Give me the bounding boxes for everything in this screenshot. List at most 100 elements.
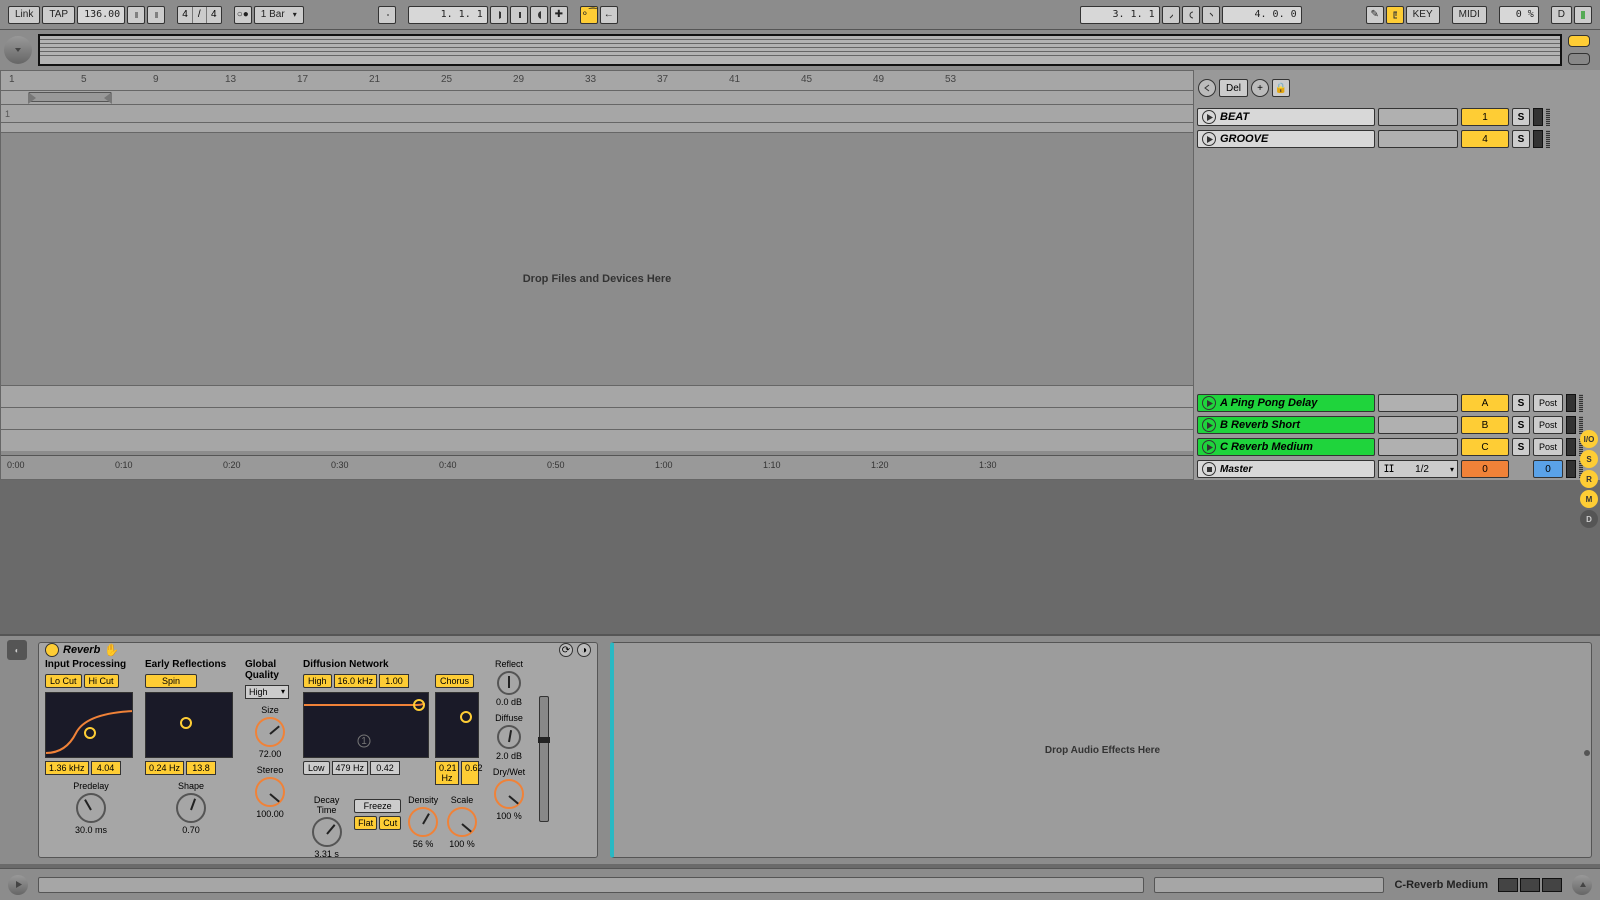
overview-toggle-1[interactable] xyxy=(1568,35,1590,47)
track-assign[interactable]: 4 xyxy=(1461,130,1509,148)
drywet-knob[interactable] xyxy=(494,779,524,809)
time-signature[interactable]: 4/4 xyxy=(177,6,222,24)
input-width-value[interactable]: 4.04 xyxy=(91,761,121,775)
size-knob[interactable] xyxy=(255,717,285,747)
overview-collapse-icon[interactable] xyxy=(4,36,32,64)
time-ruler[interactable]: 0:000:100:200:300:400:501:001:101:201:30 xyxy=(1,455,1193,479)
expand-icon[interactable] xyxy=(1572,875,1592,895)
track-name[interactable]: BEAT xyxy=(1197,108,1375,126)
high-freq-value[interactable]: 16.0 kHz xyxy=(334,674,378,688)
low-ratio-value[interactable]: 0.42 xyxy=(370,761,400,775)
lock-icon[interactable]: 🔒 xyxy=(1272,79,1290,97)
density-knob[interactable] xyxy=(408,807,438,837)
overdub-icon[interactable]: ✚ xyxy=(550,6,568,24)
post-button[interactable]: Post xyxy=(1533,438,1563,456)
play-button[interactable] xyxy=(490,6,508,24)
low-shelf-button[interactable]: Low xyxy=(303,761,330,775)
track-activator-slot[interactable] xyxy=(1378,130,1458,148)
device-title-bar[interactable]: Reverb ✋ ⟳ ◑ xyxy=(39,643,597,657)
track-assign[interactable]: 1 xyxy=(1461,108,1509,126)
early-reflections-graph[interactable] xyxy=(145,692,233,758)
resize-grip[interactable] xyxy=(1579,394,1583,412)
reflect-knob[interactable] xyxy=(497,671,521,695)
delete-button[interactable]: Del xyxy=(1219,79,1248,97)
track-name[interactable]: C Reverb Medium xyxy=(1197,438,1375,456)
stereo-knob[interactable] xyxy=(255,777,285,807)
chorus-rate-value[interactable]: 0.21 Hz xyxy=(435,761,459,785)
stop-button[interactable] xyxy=(510,6,528,24)
track-play-icon[interactable] xyxy=(1202,132,1216,146)
thumb-1[interactable] xyxy=(1498,878,1518,892)
diffusion-eq-graph[interactable]: 1 xyxy=(303,692,429,758)
timeline[interactable]: 1591317212529333741454953 1 Drop Files a… xyxy=(0,70,1194,480)
track-play-icon[interactable] xyxy=(1202,418,1216,432)
automation-arm-icon[interactable]: ⚬⁀ xyxy=(580,6,598,24)
predelay-knob[interactable] xyxy=(76,793,106,823)
mixer-section-d[interactable]: D xyxy=(1580,510,1598,528)
track-assign[interactable]: C xyxy=(1461,438,1509,456)
master-output-select[interactable]: ⵊⵊ1/2 xyxy=(1378,460,1458,478)
return-lane-c[interactable] xyxy=(1,429,1193,451)
back-to-arrangement-icon[interactable]: ← xyxy=(600,6,618,24)
post-button[interactable]: Post xyxy=(1533,394,1563,412)
high-shelf-button[interactable]: High xyxy=(303,674,332,688)
track-stop-icon[interactable] xyxy=(1202,462,1216,476)
chorus-button[interactable]: Chorus xyxy=(435,674,474,688)
track-activator-slot[interactable] xyxy=(1378,438,1458,456)
midi-map-button[interactable]: MIDI xyxy=(1452,6,1487,24)
solo-button[interactable]: S xyxy=(1512,438,1530,456)
drop-effects-area[interactable]: Drop Audio Effects Here xyxy=(610,642,1592,858)
high-ratio-value[interactable]: 1.00 xyxy=(379,674,409,688)
marker-lane[interactable]: 1 xyxy=(1,105,1193,123)
link-button[interactable]: Link xyxy=(8,6,40,24)
track-name[interactable]: A Ping Pong Delay xyxy=(1197,394,1375,412)
master-send-b[interactable]: 0 xyxy=(1533,460,1563,478)
draw-mode-icon[interactable]: ✎ xyxy=(1366,6,1384,24)
track-name[interactable]: GROOVE xyxy=(1197,130,1375,148)
track-activator-slot[interactable] xyxy=(1378,394,1458,412)
arrangement-overview[interactable] xyxy=(38,34,1562,66)
input-freq-value[interactable]: 1.36 kHz xyxy=(45,761,89,775)
nudge-down-icon[interactable] xyxy=(127,6,145,24)
punch-in-icon[interactable] xyxy=(1162,6,1180,24)
resize-grip[interactable] xyxy=(1546,130,1550,148)
mixer-section-m[interactable]: M xyxy=(1580,490,1598,508)
mixer-section-r[interactable]: R xyxy=(1580,470,1598,488)
mixer-section-i/o[interactable]: I/O xyxy=(1580,430,1598,448)
disk-overload-button[interactable]: D xyxy=(1551,6,1572,24)
thumb-3[interactable] xyxy=(1542,878,1562,892)
back-icon[interactable] xyxy=(1198,79,1216,97)
loop-icon[interactable] xyxy=(1182,6,1200,24)
mixer-section-s[interactable]: S xyxy=(1580,450,1598,468)
record-button[interactable] xyxy=(530,6,548,24)
solo-button[interactable]: S xyxy=(1512,394,1530,412)
tap-button[interactable]: TAP xyxy=(42,6,75,24)
low-freq-value[interactable]: 479 Hz xyxy=(332,761,369,775)
freeze-button[interactable]: Freeze xyxy=(354,799,401,813)
scrub-area[interactable] xyxy=(1,123,1193,133)
shape-knob[interactable] xyxy=(176,793,206,823)
spin-rate-value[interactable]: 0.24 Hz xyxy=(145,761,184,775)
loop-length[interactable]: 4. 0. 0 xyxy=(1222,6,1302,24)
tempo-field[interactable]: 136.00 xyxy=(77,6,125,24)
track-name[interactable]: B Reverb Short xyxy=(1197,416,1375,434)
track-play-icon[interactable] xyxy=(1202,110,1216,124)
drop-files-area[interactable]: Drop Files and Devices Here xyxy=(1,149,1193,409)
key-map-button[interactable]: KEY xyxy=(1406,6,1440,24)
help-view-icon[interactable] xyxy=(8,875,28,895)
nudge-up-icon[interactable] xyxy=(147,6,165,24)
lo-cut-button[interactable]: Lo Cut xyxy=(45,674,82,688)
track-assign[interactable]: B xyxy=(1461,416,1509,434)
spin-button[interactable]: Spin xyxy=(145,674,197,688)
chorus-graph[interactable] xyxy=(435,692,479,758)
detail-view-tab[interactable]: ◐ xyxy=(7,640,27,660)
post-button[interactable]: Post xyxy=(1533,416,1563,434)
overview-toggle-2[interactable] xyxy=(1568,53,1590,65)
return-lane-b[interactable] xyxy=(1,407,1193,429)
scale-knob[interactable] xyxy=(447,807,477,837)
thumb-2[interactable] xyxy=(1520,878,1540,892)
punch-out-icon[interactable] xyxy=(1202,6,1220,24)
device-activator[interactable] xyxy=(45,643,59,657)
solo-button[interactable]: S xyxy=(1512,130,1530,148)
hot-swap-icon[interactable]: ✋ xyxy=(104,643,119,657)
